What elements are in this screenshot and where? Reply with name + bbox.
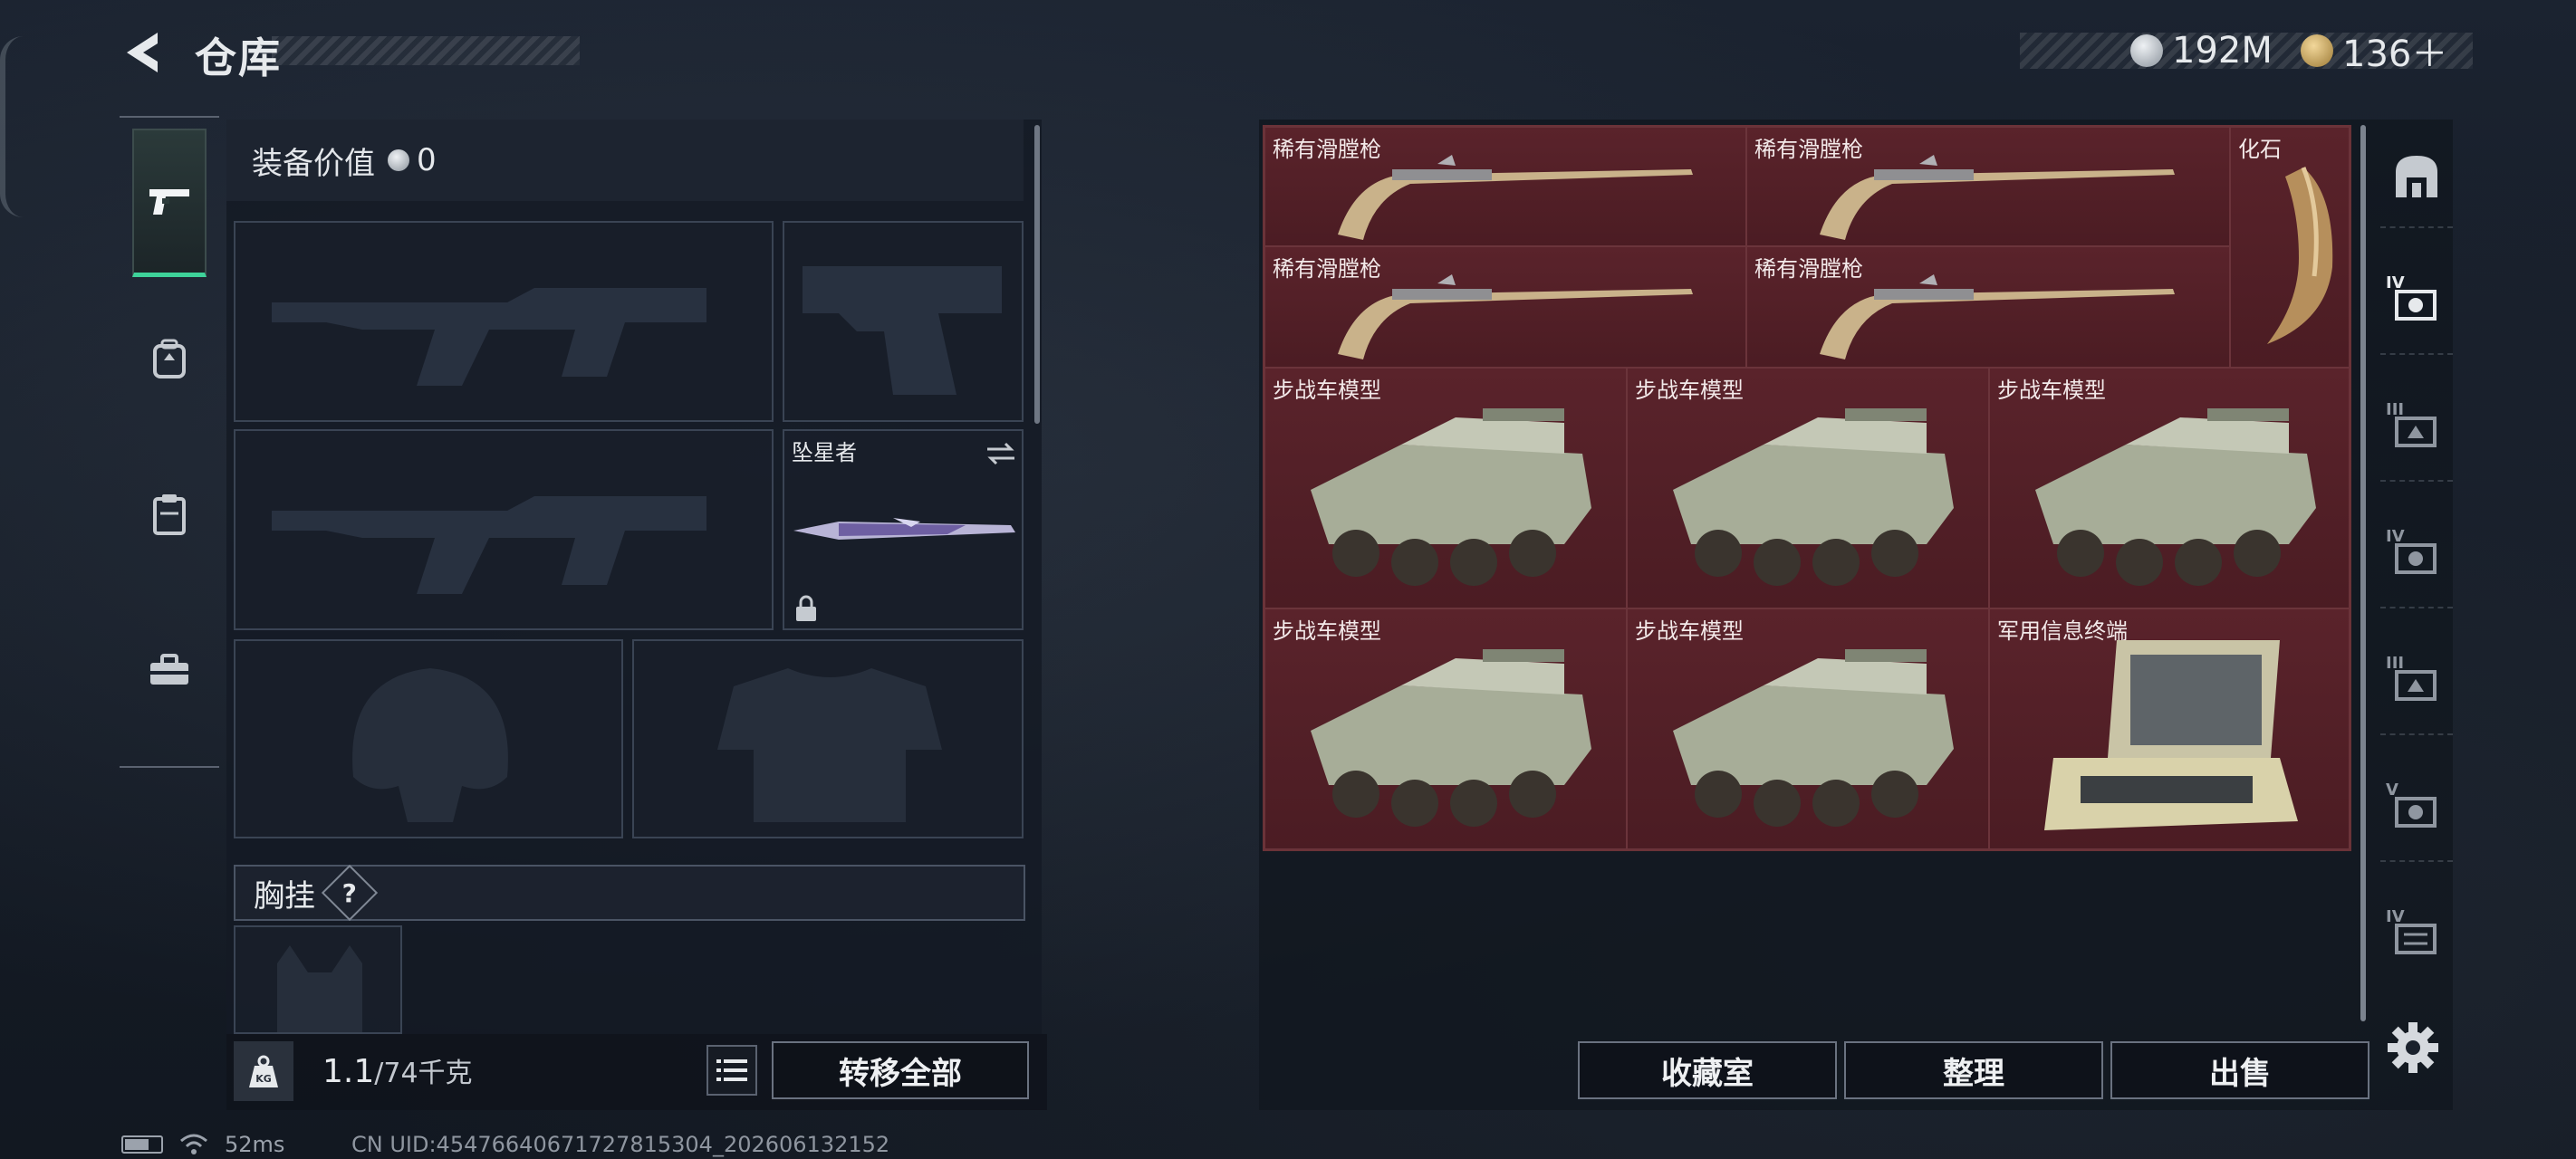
musket-icon xyxy=(1820,274,2175,359)
stash-item-musket[interactable]: 稀有滑膛枪 xyxy=(1746,246,2230,368)
carry-weight: 1.1/74千克 xyxy=(322,1050,473,1090)
gold-currency-value: 136＋ xyxy=(2342,34,2448,75)
gold-coin-icon xyxy=(2301,34,2333,67)
tab-crate-v[interactable]: V xyxy=(2380,761,2453,862)
ifv-model-icon xyxy=(1311,649,1591,827)
tab-crate-iii-2[interactable]: III xyxy=(2380,634,2453,735)
ifv-model-icon xyxy=(1311,408,1591,586)
carry-weight-max: /74千克 xyxy=(374,1058,473,1089)
primary-weapon-slot-1[interactable] xyxy=(234,221,774,422)
chest-rig-label: 胸挂 xyxy=(254,877,315,915)
pistol-icon xyxy=(149,188,189,215)
tab-base[interactable] xyxy=(2380,127,2453,228)
lock-icon xyxy=(796,595,816,621)
ifv-model-icon xyxy=(1673,408,1954,586)
pistol-silhouette-icon xyxy=(803,266,1002,395)
battery-icon xyxy=(121,1135,163,1154)
backpack-icon xyxy=(153,339,186,378)
stash-item-musket[interactable]: 稀有滑膛枪 xyxy=(1264,246,1746,368)
equipment-value: 0 xyxy=(417,142,437,178)
help-icon[interactable]: ? xyxy=(321,864,379,922)
back-arrow-icon xyxy=(127,33,158,72)
primary-weapon-slot-2[interactable] xyxy=(234,429,774,630)
user-id: CN UID:4547664067172781530​4_20260613215… xyxy=(351,1132,890,1157)
chest-rig-silhouette-icon xyxy=(277,945,362,1032)
fossil-claw-icon xyxy=(2267,167,2333,344)
stash-grid: 稀有滑膛枪 稀有滑膛枪 化石 稀有滑膛枪 稀有滑膛枪 步战车模型 步战车模型 步… xyxy=(1263,125,2351,851)
silver-currency: 192M xyxy=(2130,27,2273,74)
tab-crate-iv-3[interactable]: IV xyxy=(2380,887,2453,987)
back-button[interactable] xyxy=(118,25,172,80)
settings-button[interactable] xyxy=(2384,1019,2442,1077)
stash-item-fossil[interactable]: 化石 xyxy=(2230,127,2350,368)
body-armor-slot[interactable] xyxy=(632,639,1024,838)
chest-rig-header: 胸挂 ? xyxy=(234,864,1025,922)
rifle-silhouette-icon xyxy=(272,496,706,594)
tab-crate-iii[interactable]: III xyxy=(2380,380,2453,482)
list-view-button[interactable] xyxy=(706,1045,757,1096)
svg-text:KG: KG xyxy=(255,1073,272,1085)
pistol-slot[interactable] xyxy=(783,221,1024,422)
weight-icon: KG xyxy=(234,1041,293,1101)
list-icon xyxy=(716,1059,747,1081)
ping: 52ms xyxy=(225,1132,285,1157)
stash-item-musket[interactable]: 稀有滑膛枪 xyxy=(1746,127,2230,246)
tab-crate-iv-2[interactable]: IV xyxy=(2380,507,2453,608)
stash-item-military-terminal[interactable]: 军用信息终端 xyxy=(1989,608,2350,849)
rifle-silhouette-icon xyxy=(272,288,706,386)
military-terminal-icon xyxy=(2044,640,2298,830)
ifv-model-icon xyxy=(2035,408,2316,586)
page-title: 仓库 xyxy=(195,34,282,82)
collection-room-button[interactable]: 收藏室 xyxy=(1578,1041,1837,1099)
silver-coin-icon xyxy=(2130,34,2163,67)
musket-icon xyxy=(1338,274,1693,359)
stash-category-tabs: IV III IV III V IV xyxy=(2366,127,2453,1023)
stash-item-musket[interactable]: 稀有滑膛枪 xyxy=(1264,127,1746,246)
clipboard-icon xyxy=(153,494,186,535)
silver-currency-value: 192M xyxy=(2172,30,2273,72)
tab-weapons[interactable] xyxy=(132,129,207,277)
musket-icon xyxy=(1820,155,2175,240)
tab-vest[interactable] xyxy=(132,440,207,589)
helmet-silhouette-icon xyxy=(352,668,508,822)
musket-icon xyxy=(1338,155,1693,240)
carry-weight-current: 1.1 xyxy=(322,1053,375,1090)
toolbox-icon xyxy=(150,654,188,685)
tab-backpack[interactable] xyxy=(132,284,207,433)
left-category-tabs xyxy=(120,116,219,768)
transfer-all-button[interactable]: 转移全部 xyxy=(772,1041,1029,1099)
screen-edge-decoration xyxy=(0,36,24,217)
stash-item-ifv-model[interactable]: 步战车模型 xyxy=(1264,608,1627,849)
stash-item-ifv-model[interactable]: 步战车模型 xyxy=(1627,368,1989,608)
tab-tools[interactable] xyxy=(132,596,207,744)
title-decoration xyxy=(272,36,580,65)
stash-item-ifv-model[interactable]: 步战车模型 xyxy=(1989,368,2350,608)
equipment-value-label: 装备价值 xyxy=(252,145,375,182)
stash-item-ifv-model[interactable]: 步战车模型 xyxy=(1627,608,1989,849)
armor-silhouette-icon xyxy=(717,668,942,822)
sell-button[interactable]: 出售 xyxy=(2110,1041,2369,1099)
equipment-scrollbar[interactable] xyxy=(1034,125,1040,424)
status-bar: 52ms xyxy=(121,1132,284,1157)
ifv-model-icon xyxy=(1673,649,1954,827)
stash-item-ifv-model[interactable]: 步战车模型 xyxy=(1264,368,1627,608)
wifi-icon xyxy=(180,1134,207,1154)
helmet-slot[interactable] xyxy=(234,639,623,838)
equipment-value-header: 装备价值 0 xyxy=(226,120,1024,201)
gold-currency[interactable]: 136＋ xyxy=(2301,27,2448,75)
gear-icon xyxy=(2388,1022,2438,1073)
chest-rig-slot[interactable] xyxy=(234,925,402,1034)
star-blade-knife-icon xyxy=(793,518,1015,540)
base-icon xyxy=(2396,156,2437,197)
tab-crate-iv[interactable]: IV xyxy=(2380,254,2453,355)
silver-coin-icon xyxy=(388,149,409,171)
organize-button[interactable]: 整理 xyxy=(1844,1041,2103,1099)
melee-slot[interactable]: 坠星者 xyxy=(783,429,1024,630)
